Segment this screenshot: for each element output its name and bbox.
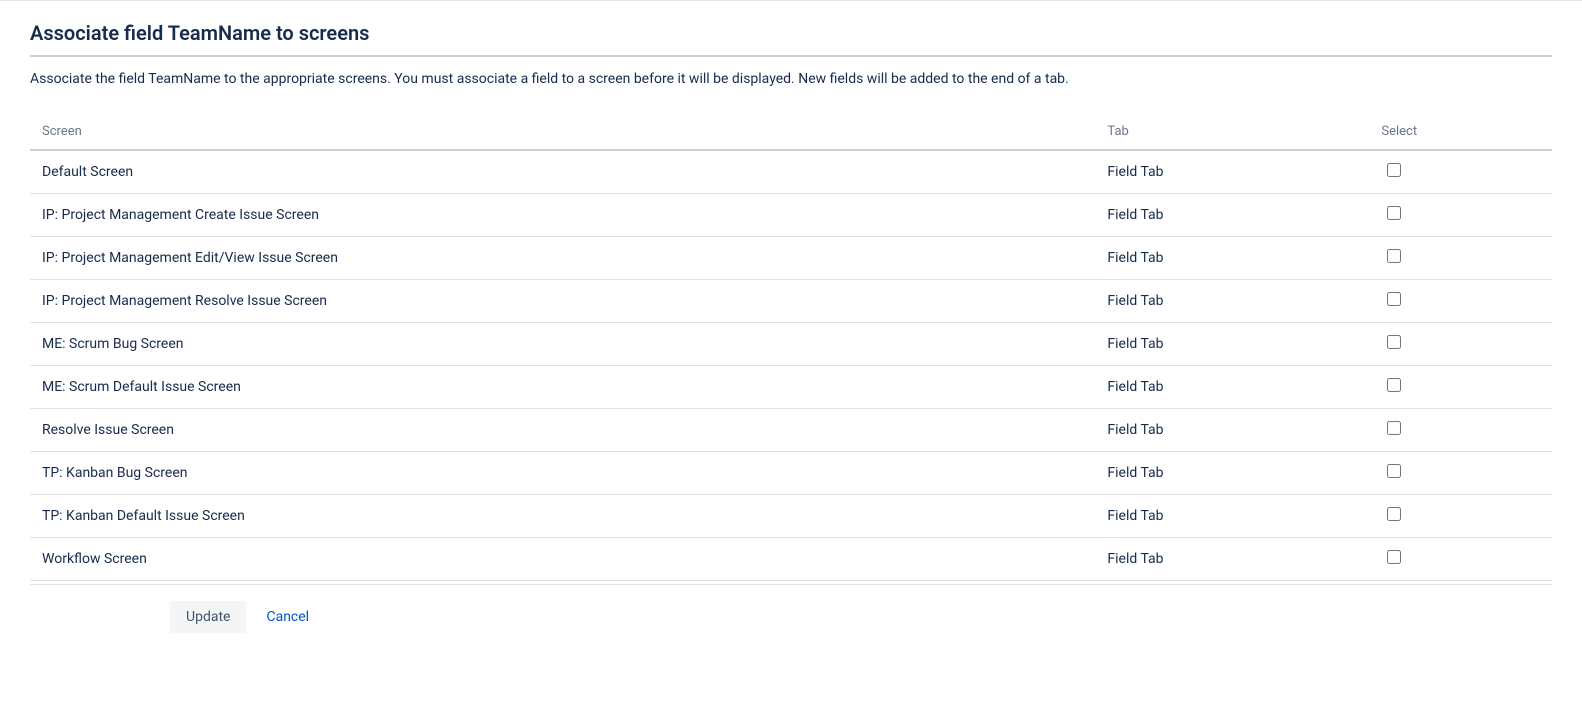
select-cell <box>1369 538 1552 581</box>
screens-table: Screen Tab Select Default ScreenField Ta… <box>30 114 1552 581</box>
tab-name-cell: Field Tab <box>1095 323 1369 366</box>
screen-name-cell: Resolve Issue Screen <box>30 409 1095 452</box>
screen-name-cell: IP: Project Management Create Issue Scre… <box>30 194 1095 237</box>
tab-name-cell: Field Tab <box>1095 194 1369 237</box>
select-checkbox[interactable] <box>1387 507 1401 521</box>
page-title: Associate field TeamName to screens <box>30 21 1552 57</box>
column-header-select: Select <box>1369 114 1552 150</box>
select-checkbox[interactable] <box>1387 249 1401 263</box>
table-row: ME: Scrum Default Issue ScreenField Tab <box>30 366 1552 409</box>
page-description: Associate the field TeamName to the appr… <box>30 69 1552 90</box>
select-checkbox[interactable] <box>1387 206 1401 220</box>
update-button[interactable]: Update <box>170 601 246 633</box>
tab-name-cell: Field Tab <box>1095 150 1369 194</box>
tab-name-cell: Field Tab <box>1095 409 1369 452</box>
select-cell <box>1369 323 1552 366</box>
tab-name-cell: Field Tab <box>1095 495 1369 538</box>
screen-name-cell: TP: Kanban Bug Screen <box>30 452 1095 495</box>
select-cell <box>1369 366 1552 409</box>
screen-name-cell: ME: Scrum Default Issue Screen <box>30 366 1095 409</box>
select-cell <box>1369 150 1552 194</box>
select-checkbox[interactable] <box>1387 163 1401 177</box>
select-checkbox[interactable] <box>1387 292 1401 306</box>
tab-name-cell: Field Tab <box>1095 237 1369 280</box>
select-checkbox[interactable] <box>1387 378 1401 392</box>
tab-name-cell: Field Tab <box>1095 452 1369 495</box>
table-row: Workflow ScreenField Tab <box>30 538 1552 581</box>
select-cell <box>1369 194 1552 237</box>
screen-name-cell: IP: Project Management Resolve Issue Scr… <box>30 280 1095 323</box>
column-header-tab: Tab <box>1095 114 1369 150</box>
select-cell <box>1369 409 1552 452</box>
select-cell <box>1369 280 1552 323</box>
select-cell <box>1369 237 1552 280</box>
screen-name-cell: TP: Kanban Default Issue Screen <box>30 495 1095 538</box>
footer-actions: Update Cancel <box>30 601 1552 633</box>
screen-name-cell: IP: Project Management Edit/View Issue S… <box>30 237 1095 280</box>
tab-name-cell: Field Tab <box>1095 538 1369 581</box>
table-row: TP: Kanban Default Issue ScreenField Tab <box>30 495 1552 538</box>
select-cell <box>1369 495 1552 538</box>
select-checkbox[interactable] <box>1387 550 1401 564</box>
table-row: Resolve Issue ScreenField Tab <box>30 409 1552 452</box>
select-checkbox[interactable] <box>1387 421 1401 435</box>
tab-name-cell: Field Tab <box>1095 366 1369 409</box>
table-row: IP: Project Management Resolve Issue Scr… <box>30 280 1552 323</box>
table-row: Default ScreenField Tab <box>30 150 1552 194</box>
screen-name-cell: Default Screen <box>30 150 1095 194</box>
table-row: TP: Kanban Bug ScreenField Tab <box>30 452 1552 495</box>
column-header-screen: Screen <box>30 114 1095 150</box>
tab-name-cell: Field Tab <box>1095 280 1369 323</box>
select-checkbox[interactable] <box>1387 335 1401 349</box>
table-footer-divider <box>30 581 1552 585</box>
screen-name-cell: Workflow Screen <box>30 538 1095 581</box>
table-row: ME: Scrum Bug ScreenField Tab <box>30 323 1552 366</box>
table-row: IP: Project Management Create Issue Scre… <box>30 194 1552 237</box>
select-checkbox[interactable] <box>1387 464 1401 478</box>
cancel-link[interactable]: Cancel <box>266 609 309 625</box>
screen-name-cell: ME: Scrum Bug Screen <box>30 323 1095 366</box>
table-row: IP: Project Management Edit/View Issue S… <box>30 237 1552 280</box>
select-cell <box>1369 452 1552 495</box>
